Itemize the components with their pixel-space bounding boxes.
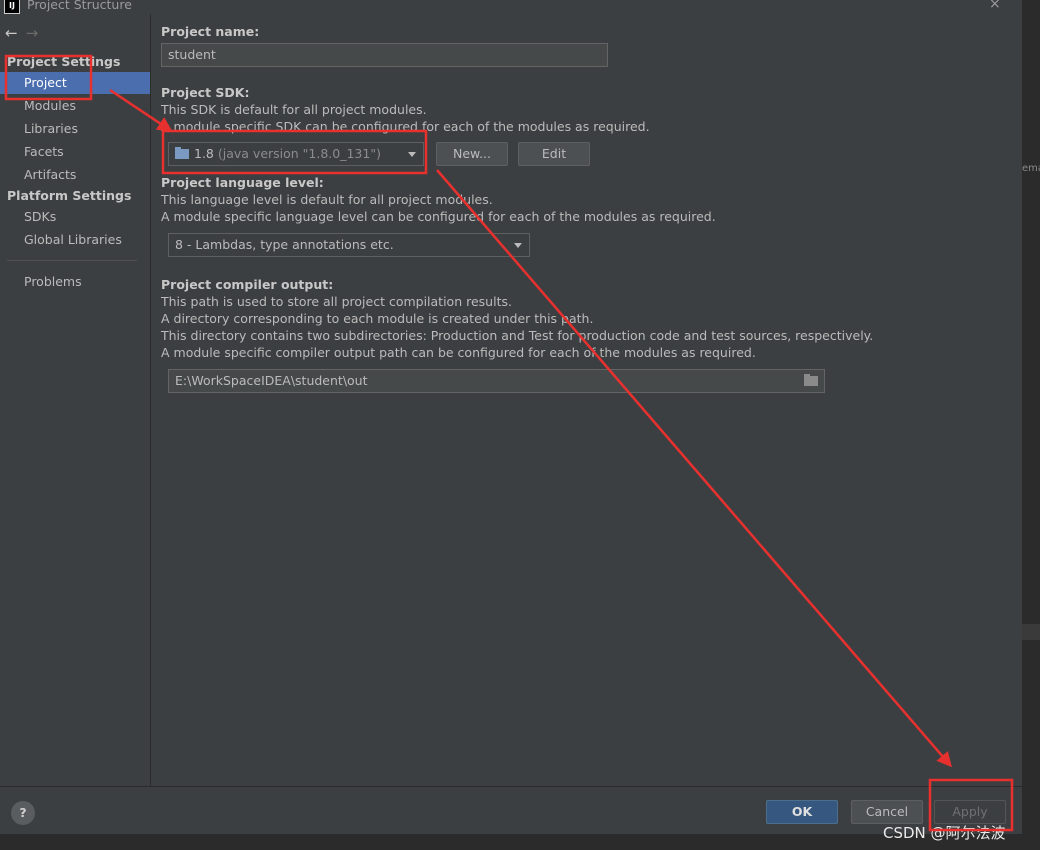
language-description-2: A module specific language level can be …	[161, 209, 716, 224]
sidebar-item-sdks[interactable]: SDKs	[0, 206, 150, 228]
language-level-dropdown[interactable]: 8 - Lambdas, type annotations etc.	[168, 233, 530, 257]
chevron-down-icon	[408, 152, 416, 157]
dialog-footer: ? OK Cancel Apply	[0, 786, 1022, 835]
project-name-field[interactable]: student	[161, 43, 608, 67]
sidebar: ← → Project Settings Project Modules Libr…	[0, 14, 151, 786]
close-icon[interactable]: ×	[989, 0, 1001, 12]
language-level-label: Project language level:	[161, 175, 324, 190]
ok-button[interactable]: OK	[766, 800, 838, 824]
output-description-4: A module specific compiler output path c…	[161, 345, 756, 360]
sidebar-item-facets[interactable]: Facets	[0, 141, 150, 163]
watermark: CSDN @阿尔法波	[883, 824, 1006, 842]
background-editor-strip: ema	[1022, 0, 1040, 850]
output-description-3: This directory contains two subdirectori…	[161, 328, 874, 343]
sidebar-item-modules[interactable]: Modules	[0, 95, 150, 117]
output-description-1: This path is used to store all project c…	[161, 294, 512, 309]
edit-sdk-button[interactable]: Edit	[518, 142, 590, 166]
language-level-value: 8 - Lambdas, type annotations etc.	[175, 237, 394, 252]
apply-button[interactable]: Apply	[934, 800, 1006, 824]
sdk-description-1: This SDK is default for all project modu…	[161, 102, 427, 117]
sdk-version: 1.8	[194, 146, 214, 161]
sdk-version-detail: (java version "1.8.0_131")	[217, 146, 381, 161]
intellij-icon: IJ	[4, 0, 20, 14]
project-settings-header: Project Settings	[7, 54, 121, 69]
background-bar	[1022, 624, 1040, 640]
title-bar: IJ Project Structure ×	[0, 0, 1022, 14]
platform-settings-header: Platform Settings	[7, 188, 132, 203]
compiler-output-field[interactable]: E:\WorkSpaceIDEA\student\out	[168, 369, 825, 393]
browse-folder-icon[interactable]	[804, 374, 818, 386]
new-sdk-button[interactable]: New...	[436, 142, 508, 166]
back-arrow-icon[interactable]: ←	[5, 24, 18, 42]
project-name-label: Project name:	[161, 24, 260, 39]
chevron-down-icon	[514, 243, 522, 248]
language-description-1: This language level is default for all p…	[161, 192, 493, 207]
output-description-2: A directory corresponding to each module…	[161, 311, 594, 326]
compiler-output-label: Project compiler output:	[161, 277, 334, 292]
sdk-dropdown[interactable]: 1.8 (java version "1.8.0_131")	[168, 142, 424, 166]
forward-arrow-icon[interactable]: →	[26, 24, 39, 42]
sdk-description-2: A module specific SDK can be configured …	[161, 119, 650, 134]
sidebar-item-problems[interactable]: Problems	[0, 271, 150, 293]
cancel-button[interactable]: Cancel	[851, 800, 923, 824]
sidebar-item-global-libraries[interactable]: Global Libraries	[0, 229, 150, 251]
project-settings-panel: Project name: student Project SDK: This …	[151, 14, 1022, 786]
nav-arrows: ← →	[5, 24, 38, 42]
sidebar-divider	[7, 260, 137, 261]
project-sdk-label: Project SDK:	[161, 85, 250, 100]
folder-icon	[175, 147, 189, 159]
help-icon[interactable]: ?	[11, 801, 35, 825]
compiler-output-value: E:\WorkSpaceIDEA\student\out	[175, 373, 368, 388]
window-title: Project Structure	[27, 0, 132, 12]
background-text: ema	[1022, 163, 1040, 174]
sidebar-item-libraries[interactable]: Libraries	[0, 118, 150, 140]
sidebar-item-project[interactable]: Project	[0, 72, 150, 94]
sidebar-item-artifacts[interactable]: Artifacts	[0, 164, 150, 186]
